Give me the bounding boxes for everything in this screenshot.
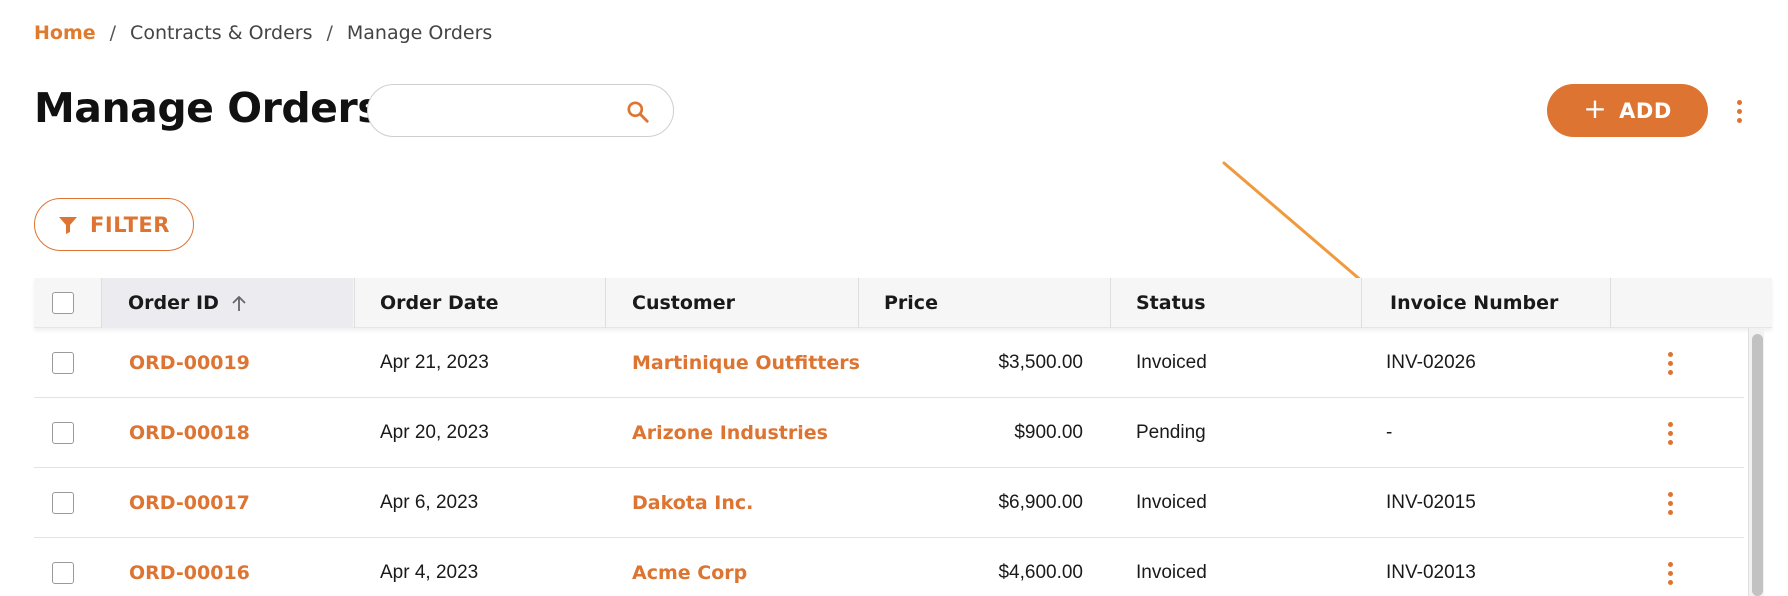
search-box[interactable] <box>367 84 674 137</box>
status-cell: Pending <box>1136 422 1206 443</box>
invoice-number-cell: - <box>1386 422 1393 443</box>
page-title: Manage Orders <box>34 84 382 132</box>
status-cell: Invoiced <box>1136 492 1207 513</box>
scrollbar-thumb[interactable] <box>1752 334 1763 596</box>
row-checkbox[interactable] <box>51 422 74 444</box>
arrow-up-icon[interactable] <box>231 294 247 312</box>
breadcrumb-current-page: Manage Orders <box>346 22 493 44</box>
orders-table: Order ID Order Date Customer Price Statu… <box>34 278 1772 596</box>
table-scrollbar[interactable] <box>1748 328 1764 596</box>
column-header-label: Price <box>884 292 938 314</box>
filter-button-label: FILTER <box>90 212 170 237</box>
price-cell: $6,900.00 <box>998 492 1083 513</box>
header-select-cell <box>34 278 91 328</box>
breadcrumb-home-link[interactable]: Home <box>34 22 96 44</box>
plus-icon: + <box>1583 92 1608 125</box>
row-checkbox[interactable] <box>51 562 74 584</box>
select-all-checkbox[interactable] <box>51 292 74 314</box>
filter-button[interactable]: FILTER <box>34 198 194 251</box>
search-icon[interactable] <box>625 99 651 125</box>
price-cell: $3,500.00 <box>998 352 1083 373</box>
funnel-icon <box>59 216 78 234</box>
page-more-menu-icon[interactable] <box>1726 96 1752 126</box>
table-row[interactable]: ORD-00017 Apr 6, 2023 Dakota Inc. $6,900… <box>34 468 1744 538</box>
column-header-label: Status <box>1136 292 1206 314</box>
order-date-cell: Apr 21, 2023 <box>380 352 489 373</box>
row-checkbox[interactable] <box>51 352 74 374</box>
column-header-label: Customer <box>632 292 735 314</box>
customer-link[interactable]: Acme Corp <box>632 538 747 596</box>
column-header-label: Invoice Number <box>1390 292 1559 314</box>
customer-link[interactable]: Dakota Inc. <box>632 468 753 538</box>
row-menu-icon[interactable] <box>1660 348 1680 378</box>
column-header-label: Order ID <box>128 292 219 314</box>
order-id-link[interactable]: ORD-00017 <box>129 468 250 538</box>
row-menu-icon[interactable] <box>1660 488 1680 518</box>
row-menu-icon[interactable] <box>1660 418 1680 448</box>
column-header-order-id[interactable]: Order ID <box>102 278 353 328</box>
customer-link[interactable]: Martinique Outfitters <box>632 328 860 398</box>
status-cell: Invoiced <box>1136 352 1207 373</box>
breadcrumb-contracts-orders[interactable]: Contracts & Orders <box>130 22 312 44</box>
row-menu-icon[interactable] <box>1660 558 1680 588</box>
order-id-link[interactable]: ORD-00018 <box>129 398 250 468</box>
add-button[interactable]: + ADD <box>1547 84 1708 137</box>
price-cell: $4,600.00 <box>998 562 1083 583</box>
table-row[interactable]: ORD-00019 Apr 21, 2023 Martinique Outfit… <box>34 328 1744 398</box>
column-header-label: Order Date <box>380 292 499 314</box>
add-button-label: ADD <box>1619 98 1672 123</box>
invoice-number-cell: INV-02013 <box>1386 562 1476 583</box>
breadcrumb-separator: / <box>326 22 333 44</box>
table-header: Order ID Order Date Customer Price Statu… <box>34 278 1772 328</box>
order-date-cell: Apr 6, 2023 <box>380 492 479 513</box>
column-header-invoice-number[interactable]: Invoice Number <box>1362 278 1612 328</box>
status-cell: Invoiced <box>1136 562 1207 583</box>
table-body: ORD-00019 Apr 21, 2023 Martinique Outfit… <box>34 328 1744 596</box>
price-cell: $900.00 <box>1014 422 1083 443</box>
column-header-order-date[interactable]: Order Date <box>355 278 605 328</box>
order-id-link[interactable]: ORD-00019 <box>129 328 250 398</box>
breadcrumb: Home / Contracts & Orders / Manage Order… <box>34 22 492 44</box>
column-header-status[interactable]: Status <box>1111 278 1361 328</box>
order-id-link[interactable]: ORD-00016 <box>129 538 250 596</box>
search-input[interactable] <box>388 97 618 125</box>
column-header-price[interactable]: Price <box>859 278 1109 328</box>
order-date-cell: Apr 4, 2023 <box>380 562 479 583</box>
row-checkbox[interactable] <box>51 492 74 514</box>
breadcrumb-separator: / <box>109 22 117 44</box>
table-row[interactable]: ORD-00018 Apr 20, 2023 Arizone Industrie… <box>34 398 1744 468</box>
table-row[interactable]: ORD-00016 Apr 4, 2023 Acme Corp $4,600.0… <box>34 538 1744 596</box>
invoice-number-cell: INV-02026 <box>1386 352 1476 373</box>
column-header-customer[interactable]: Customer <box>606 278 857 328</box>
order-date-cell: Apr 20, 2023 <box>380 422 489 443</box>
invoice-number-cell: INV-02015 <box>1386 492 1476 513</box>
customer-link[interactable]: Arizone Industries <box>632 398 828 468</box>
